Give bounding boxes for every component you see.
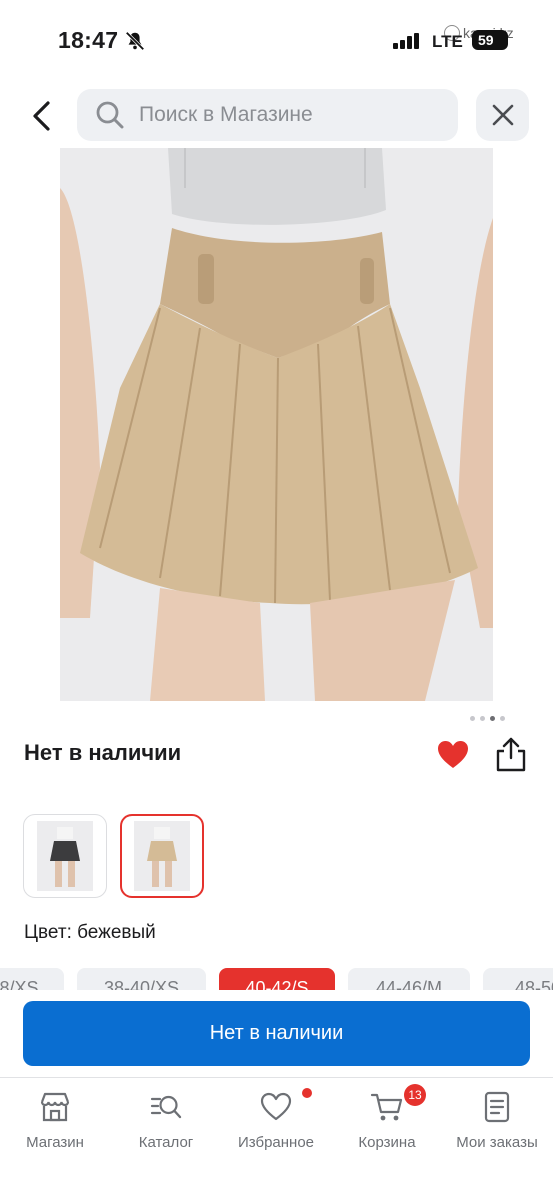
- nav-item-favorites[interactable]: Избранное: [221, 1088, 331, 1151]
- color-thumbnail-1[interactable]: [23, 814, 107, 898]
- battery-icon: 59: [472, 30, 508, 50]
- share-icon: [496, 737, 526, 772]
- signal-icon: [393, 33, 419, 49]
- skirt-photo: [60, 148, 493, 701]
- size-chip[interactable]: 36-38/XS: [0, 968, 64, 990]
- size-selector: 36-38/XS 38-40/XS 40-42/S 44-46/M 48-50: [0, 966, 553, 990]
- out-of-stock-button[interactable]: Нет в наличии: [23, 1001, 530, 1066]
- color-label: Цвет: бежевый: [24, 922, 156, 943]
- nav-label: Магазин: [26, 1134, 84, 1151]
- carousel-dot: [500, 716, 505, 721]
- status-time: 18:47: [58, 27, 119, 53]
- status-bar: 18:47 kaspi.kz LTE 59: [0, 0, 553, 80]
- nav-label: Избранное: [237, 1134, 315, 1151]
- favorite-button[interactable]: [436, 738, 470, 772]
- close-icon: [492, 104, 513, 126]
- cart-count-badge: 13: [404, 1084, 426, 1106]
- thumbnail-image: [134, 821, 190, 891]
- product-image[interactable]: [60, 148, 493, 701]
- carousel-dot: [470, 716, 475, 721]
- search-input[interactable]: Поиск в Магазине: [77, 89, 458, 141]
- share-button[interactable]: [494, 736, 528, 774]
- network-type: LTE: [432, 32, 463, 51]
- carousel-dot-active: [490, 716, 495, 721]
- search-icon: [96, 101, 124, 129]
- color-thumbnail-2[interactable]: [120, 814, 204, 898]
- carousel-dots: [470, 716, 505, 721]
- size-chip[interactable]: 48-50: [483, 968, 553, 990]
- catalog-search-icon: [150, 1095, 182, 1119]
- cart-icon: [370, 1093, 403, 1121]
- store-icon: [40, 1092, 70, 1122]
- bell-slash-icon: [125, 31, 145, 51]
- thumbnail-image: [37, 821, 93, 891]
- search-placeholder: Поиск в Магазине: [139, 103, 313, 126]
- nav-label: Каталог: [138, 1134, 194, 1151]
- heart-icon: [260, 1092, 292, 1121]
- bottom-navigation: Магазин Каталог Избранное 13 Корзина Мои…: [0, 1077, 553, 1200]
- nav-label: Мои заказы: [456, 1134, 538, 1151]
- heart-filled-icon: [438, 741, 468, 768]
- orders-icon: [484, 1091, 510, 1123]
- size-chip-selected[interactable]: 40-42/S: [219, 968, 335, 990]
- nav-item-catalog[interactable]: Каталог: [111, 1090, 221, 1151]
- back-button[interactable]: [22, 96, 62, 136]
- back-arrow-icon: [33, 101, 50, 131]
- size-chip[interactable]: 44-46/M: [348, 968, 470, 990]
- carousel-dot: [480, 716, 485, 721]
- availability-title: Нет в наличии: [24, 740, 182, 765]
- close-button[interactable]: [476, 89, 529, 141]
- nav-item-cart[interactable]: 13 Корзина: [332, 1084, 442, 1151]
- favorites-indicator-dot: [302, 1088, 312, 1098]
- nav-item-orders[interactable]: Мои заказы: [442, 1090, 552, 1151]
- size-chip[interactable]: 38-40/XS: [77, 968, 206, 990]
- nav-label: Корзина: [358, 1134, 416, 1151]
- nav-item-store[interactable]: Магазин: [0, 1090, 110, 1151]
